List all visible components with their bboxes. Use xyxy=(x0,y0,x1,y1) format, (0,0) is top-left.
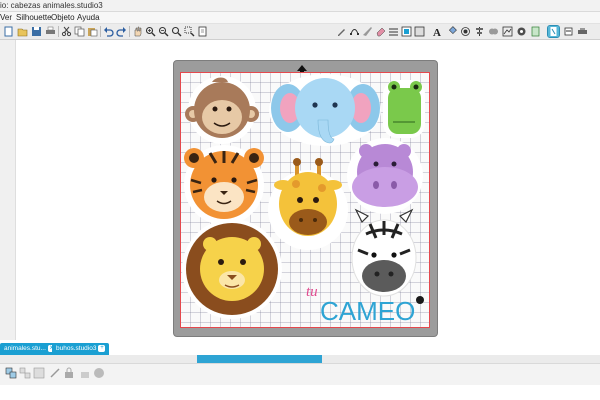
cut-icon[interactable] xyxy=(61,26,72,37)
copy-icon[interactable] xyxy=(74,26,85,37)
line-style-icon[interactable] xyxy=(388,26,399,37)
menu-item-objeto[interactable]: Objeto xyxy=(51,12,75,24)
fill-toggle-icon[interactable] xyxy=(93,367,105,379)
compound-path-icon[interactable] xyxy=(33,367,45,379)
send-to-cutter-icon[interactable] xyxy=(563,26,574,37)
toolbar-separator xyxy=(58,26,59,37)
fill-color-icon[interactable] xyxy=(401,26,412,37)
elephant-head-shape[interactable] xyxy=(269,74,381,146)
toolbar-separator xyxy=(129,26,130,37)
zoom-area-icon[interactable] xyxy=(184,26,195,37)
crocodile-head-shape[interactable] xyxy=(383,80,425,138)
unlock-icon[interactable] xyxy=(79,367,91,379)
library-icon[interactable] xyxy=(516,26,527,37)
knife-icon[interactable] xyxy=(362,26,373,37)
hippo-head-shape[interactable] xyxy=(347,138,423,214)
offset-icon[interactable] xyxy=(460,26,471,37)
gradient-icon[interactable] xyxy=(414,26,425,37)
cut-settings-icon[interactable] xyxy=(547,25,560,38)
text-tool-icon[interactable]: A xyxy=(431,26,442,37)
page-setup-icon[interactable] xyxy=(530,26,541,37)
trace-icon[interactable] xyxy=(502,26,513,37)
zoom-out-icon[interactable] xyxy=(158,26,169,37)
tab-animales-label: animales.stu... xyxy=(4,345,46,352)
watermark-brand: CAMEO xyxy=(320,296,415,326)
machine-icon[interactable] xyxy=(577,26,588,37)
menu-item-ver[interactable]: Ver xyxy=(0,12,12,24)
tab-animales[interactable]: animales.stu...x xyxy=(0,343,59,355)
weld-icon[interactable] xyxy=(488,26,499,37)
replicate-icon[interactable] xyxy=(446,26,457,37)
paste-icon[interactable] xyxy=(87,26,98,37)
eraser-icon[interactable] xyxy=(375,26,386,37)
menu-bar: Ver Silhouette Objeto Ayuda xyxy=(0,12,600,24)
menu-item-silhouette[interactable]: Silhouette xyxy=(16,12,52,24)
design-grid[interactable]: tu CAMEO xyxy=(180,72,430,328)
edit-points-icon[interactable] xyxy=(349,26,360,37)
add-tab-icon[interactable]: + xyxy=(98,344,106,352)
ungroup-icon[interactable] xyxy=(19,367,31,379)
title-bar: io: cabezas animales.studio3 xyxy=(0,0,600,12)
svg-text:A: A xyxy=(433,27,441,37)
zoom-in-icon[interactable] xyxy=(145,26,156,37)
window-title: io: cabezas animales.studio3 xyxy=(0,1,103,10)
redo-icon[interactable] xyxy=(116,26,127,37)
draw-tool-icon[interactable] xyxy=(336,26,347,37)
monkey-head-shape[interactable] xyxy=(185,76,259,144)
pan-hand-icon[interactable] xyxy=(132,26,143,37)
status-strip xyxy=(0,385,600,400)
giraffe-head-shape[interactable] xyxy=(268,158,348,250)
undo-icon[interactable] xyxy=(103,26,114,37)
release-path-icon[interactable] xyxy=(49,367,61,379)
main-toolbar: A xyxy=(0,24,600,40)
fit-page-icon[interactable] xyxy=(197,26,208,37)
save-file-icon[interactable] xyxy=(31,26,42,37)
lock-icon[interactable] xyxy=(63,367,75,379)
tab-buhos[interactable]: buhos.studio3 + xyxy=(52,343,110,355)
scrollbar-thumb[interactable] xyxy=(197,355,322,363)
new-document-icon[interactable] xyxy=(3,26,14,37)
left-panel-strip xyxy=(0,40,16,340)
lion-head-shape[interactable] xyxy=(182,219,282,319)
align-icon[interactable] xyxy=(474,26,485,37)
menu-item-ayuda[interactable]: Ayuda xyxy=(77,12,100,24)
watermark-prefix: tu xyxy=(306,284,318,300)
open-file-icon[interactable] xyxy=(17,26,28,37)
zoom-fit-icon[interactable] xyxy=(171,26,182,37)
zebra-head-shape[interactable] xyxy=(351,208,417,297)
tab-buhos-label: buhos.studio3 xyxy=(56,345,97,352)
toolbar-separator xyxy=(100,26,101,37)
print-icon[interactable] xyxy=(45,26,56,37)
tiger-head-shape[interactable] xyxy=(184,145,264,225)
tucameo-watermark: tu CAMEO xyxy=(306,284,424,326)
group-icon[interactable] xyxy=(5,367,17,379)
